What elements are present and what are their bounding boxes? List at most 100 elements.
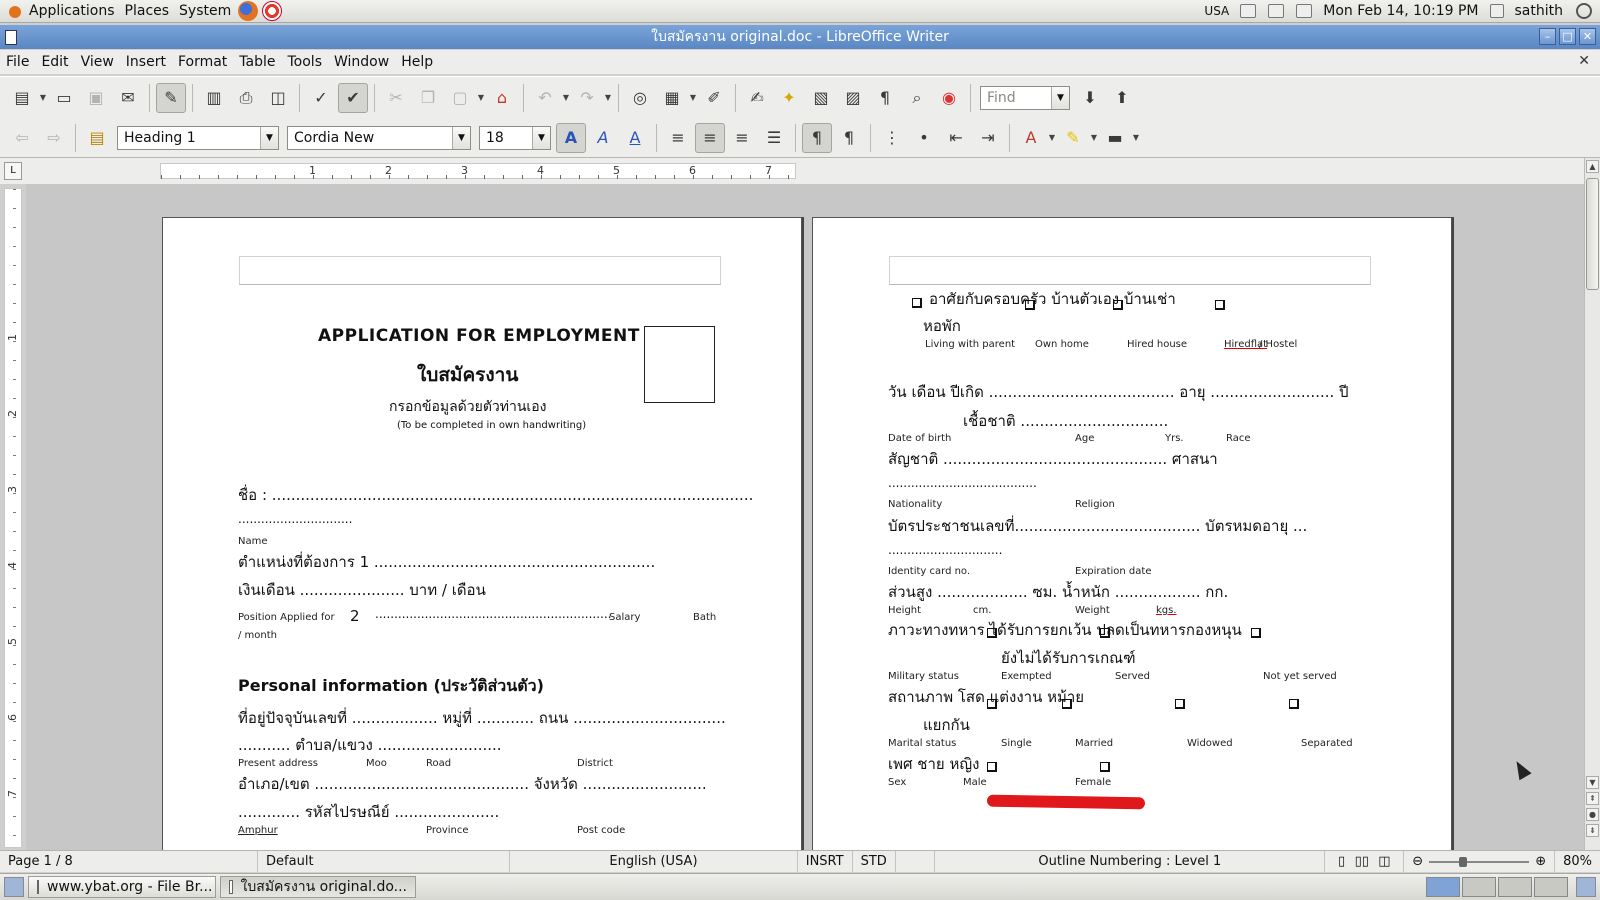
find-previous-icon[interactable]: ⬆ xyxy=(1107,83,1137,113)
page-header[interactable] xyxy=(889,256,1371,285)
document-page-2[interactable]: อาศัยกับครอบครัว บ้านตัวเอง บ้านเช่า หอพ… xyxy=(812,217,1452,850)
female-checkbox[interactable] xyxy=(1100,762,1110,772)
photo-placeholder[interactable] xyxy=(644,326,715,403)
zoom-track[interactable] xyxy=(1429,856,1530,867)
document-area[interactable]: APPLICATION FOR EMPLOYMENT ใบสมัครงาน กร… xyxy=(26,184,1584,850)
menu-edit[interactable]: Edit xyxy=(35,54,74,70)
network-icon[interactable] xyxy=(1240,4,1257,18)
nationality-field-th[interactable]: สัญชาติ ................................… xyxy=(888,447,1218,471)
font-name-dropdown-arrow[interactable]: ▼ xyxy=(452,126,470,149)
widowed-checkbox[interactable] xyxy=(1175,699,1185,709)
taskbar-item-writer[interactable]: ใบสมัครงาน original.do... xyxy=(220,876,416,898)
print-icon[interactable]: ⎙ xyxy=(231,83,261,113)
clock[interactable]: Mon Feb 14, 10:19 PM xyxy=(1318,0,1483,22)
places-menu[interactable]: Places xyxy=(120,0,175,22)
dob-field-th[interactable]: วัน เดือน ปีเกิด .......................… xyxy=(888,380,1349,404)
bold-icon[interactable]: A xyxy=(556,122,586,153)
menu-file[interactable]: File xyxy=(0,54,35,70)
minimize-button[interactable]: – xyxy=(1539,28,1556,45)
next-page-icon[interactable]: ⇟ xyxy=(1586,824,1599,837)
find-replace-icon[interactable]: ✍ xyxy=(742,83,772,113)
navigation-icon[interactable]: ● xyxy=(1586,808,1599,821)
nonprinting-characters-icon[interactable]: ¶ xyxy=(870,83,900,113)
zoom-knob[interactable] xyxy=(1459,856,1468,867)
scroll-down-icon[interactable]: ▼ xyxy=(1586,776,1599,789)
new-dropdown-arrow[interactable]: ▼ xyxy=(38,93,48,102)
font-size-select[interactable]: 18 ▼ xyxy=(479,125,551,150)
font-color-dropdown-arrow[interactable]: ▼ xyxy=(1047,133,1057,142)
menu-format[interactable]: Format xyxy=(172,54,233,70)
find-dropdown-arrow[interactable]: ▼ xyxy=(1051,86,1069,109)
page-header[interactable] xyxy=(239,256,721,285)
font-name-select[interactable]: Cordia New ▼ xyxy=(287,125,471,150)
font-color-icon[interactable]: A xyxy=(1016,123,1046,153)
find-next-icon[interactable]: ⬇ xyxy=(1075,83,1105,113)
salary-field-th[interactable]: เงินเดือน ...................... บาท / เ… xyxy=(238,578,486,602)
language-indicator[interactable]: English (USA) xyxy=(510,851,798,872)
bullets-icon[interactable]: • xyxy=(909,123,939,153)
styles-formatting-icon[interactable]: ▤ xyxy=(82,123,112,153)
menu-tools[interactable]: Tools xyxy=(282,54,329,70)
new-document-icon[interactable]: ▤ xyxy=(7,83,37,113)
race-field-th[interactable]: เชื้อชาติ ..............................… xyxy=(963,409,1168,433)
name-field-cont[interactable]: .............................. xyxy=(238,512,352,526)
close-document-button[interactable]: ✕ xyxy=(1578,53,1590,69)
clone-formatting-icon[interactable]: ⌂ xyxy=(487,83,517,113)
undo-icon[interactable]: ↶ xyxy=(530,83,560,113)
separated-checkbox[interactable] xyxy=(1289,699,1299,709)
book-view-icon[interactable]: ◫ xyxy=(1378,854,1390,869)
font-size-dropdown-arrow[interactable]: ▼ xyxy=(532,126,550,149)
nationality-field-cont[interactable]: ....................................... xyxy=(888,476,1037,490)
scrollbar-thumb[interactable] xyxy=(1586,178,1599,290)
show-desktop-icon[interactable] xyxy=(4,877,24,897)
left-to-right-icon[interactable]: ¶ xyxy=(802,122,832,153)
postal-field-th[interactable]: ............. รหัสไปรษณีย์ .............… xyxy=(238,800,499,824)
position-field-th[interactable]: ตำแหน่งที่ต้องการ 1 ....................… xyxy=(238,550,655,574)
email-icon[interactable]: ✉ xyxy=(113,83,143,113)
vertical-scrollbar[interactable]: ▲ ▼ ⇞ ● ⇟ xyxy=(1584,158,1600,850)
keyboard-layout[interactable]: USA xyxy=(1199,0,1234,22)
workspace-3[interactable] xyxy=(1498,877,1532,897)
horizontal-ruler[interactable]: 1 2 3 4 5 6 7 xyxy=(160,163,796,179)
hired-flat-checkbox[interactable] xyxy=(1215,300,1225,310)
previous-page-icon[interactable]: ⇞ xyxy=(1586,792,1599,805)
decrease-indent-icon[interactable]: ⇤ xyxy=(941,123,971,153)
italic-icon[interactable]: A xyxy=(588,123,618,153)
help-lifebuoy-icon[interactable] xyxy=(262,1,283,21)
align-left-icon[interactable]: ≡ xyxy=(663,123,693,153)
system-menu[interactable]: System xyxy=(174,0,236,22)
menu-insert[interactable]: Insert xyxy=(120,54,172,70)
export-pdf-icon[interactable]: ▥ xyxy=(199,83,229,113)
find-field[interactable]: Find ▼ xyxy=(980,85,1070,110)
highlighting-icon[interactable]: ✎ xyxy=(1058,123,1088,153)
justify-icon[interactable]: ☰ xyxy=(759,123,789,153)
back-icon[interactable]: ⇦ xyxy=(7,123,37,153)
multi-page-view-icon[interactable]: ▯▯ xyxy=(1355,854,1369,869)
document-page-1[interactable]: APPLICATION FOR EMPLOYMENT ใบสมัครงาน กร… xyxy=(162,217,802,850)
find-input[interactable]: Find xyxy=(981,90,1051,106)
close-button[interactable]: ✕ xyxy=(1579,28,1596,45)
highlighting-dropdown-arrow[interactable]: ▼ xyxy=(1089,133,1099,142)
print-preview-icon[interactable]: ◫ xyxy=(263,83,293,113)
spellcheck-icon[interactable]: ✓ xyxy=(306,83,336,113)
zoom-out-icon[interactable]: ⊖ xyxy=(1412,854,1423,869)
single-page-view-icon[interactable]: ▯ xyxy=(1338,854,1345,869)
workspace-4[interactable] xyxy=(1534,877,1568,897)
tab-stop-selector[interactable]: L xyxy=(4,162,22,180)
background-color-dropdown-arrow[interactable]: ▼ xyxy=(1131,133,1141,142)
increase-indent-icon[interactable]: ⇥ xyxy=(973,123,1003,153)
numbering-icon[interactable]: ⋮ xyxy=(877,123,907,153)
vertical-ruler[interactable]: 1 2 3 4 5 6 7 xyxy=(4,188,22,848)
save-icon[interactable]: ▣ xyxy=(81,83,111,113)
address-field-th[interactable]: ที่อยู่ปัจจุบันเลขที่ ..................… xyxy=(238,706,726,730)
document-icon[interactable] xyxy=(5,30,17,45)
page-indicator[interactable]: Page 1 / 8 xyxy=(0,851,259,872)
forward-icon[interactable]: ⇨ xyxy=(39,123,69,153)
data-sources-icon[interactable]: ▨ xyxy=(838,83,868,113)
scroll-up-icon[interactable]: ▲ xyxy=(1586,160,1599,173)
gallery-icon[interactable]: ▧ xyxy=(806,83,836,113)
menu-table[interactable]: Table xyxy=(233,54,281,70)
mail-icon[interactable] xyxy=(1296,4,1313,18)
page-style[interactable]: Default xyxy=(258,851,511,872)
amphur-field-th[interactable]: อำเภอ/เขต ..............................… xyxy=(238,772,707,796)
